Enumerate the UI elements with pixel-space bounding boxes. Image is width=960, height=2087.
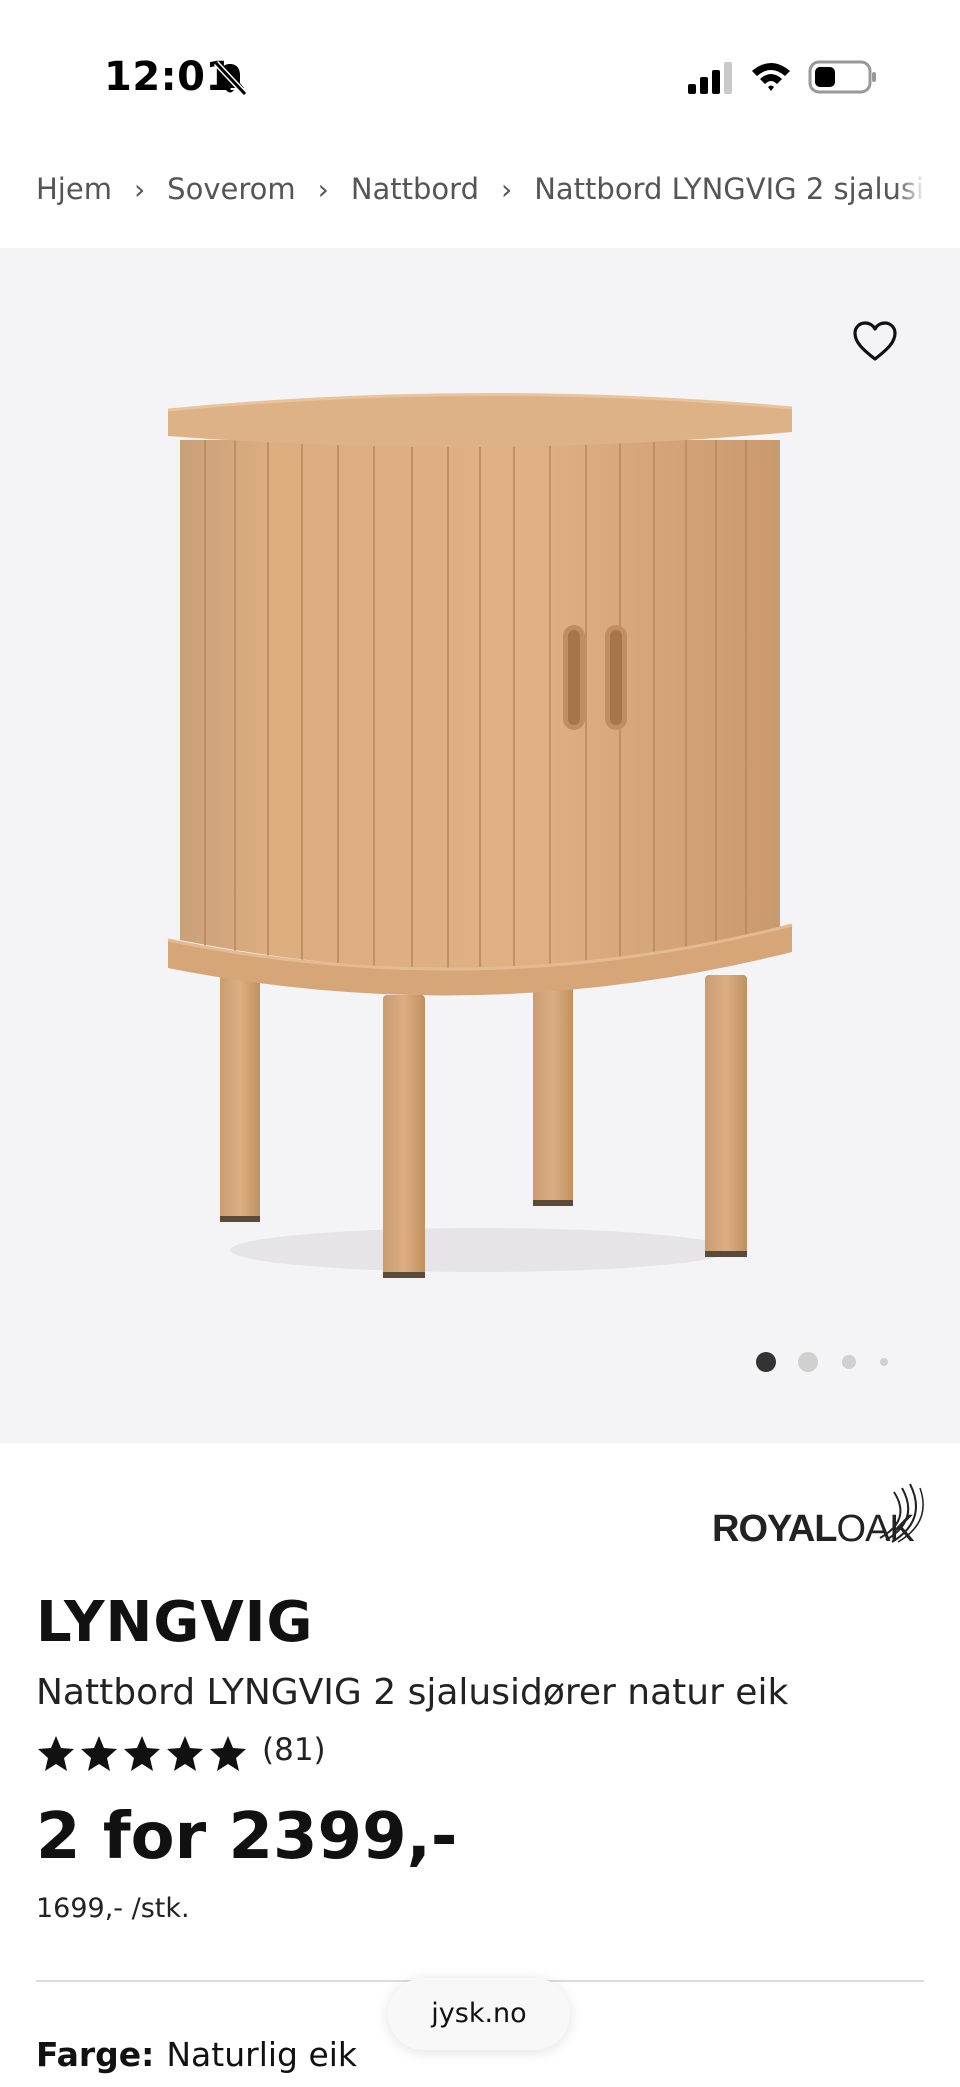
star-icon [210, 1736, 246, 1771]
color-value: Naturlig eik [166, 2035, 358, 2074]
star-icon [38, 1736, 74, 1771]
brand-logo: ROYALOAK [710, 1480, 925, 1550]
breadcrumb-current: Nattbord LYNGVIG 2 sjalusidøre [534, 172, 926, 206]
browser-url-bar[interactable]: jysk.no [388, 1978, 570, 2050]
battery-icon [808, 60, 876, 94]
status-bar: 12:01 [0, 0, 960, 140]
breadcrumb-home[interactable]: Hjem [36, 172, 112, 206]
chevron-right-icon: › [317, 172, 329, 206]
brand-logo-mark [879, 1483, 924, 1543]
chevron-right-icon: › [133, 172, 146, 206]
gallery-dot-4[interactable] [880, 1358, 888, 1366]
color-label: Farge: [36, 2035, 155, 2074]
breadcrumb-fade [896, 170, 926, 220]
rating-count[interactable]: (81) [262, 1732, 326, 1768]
product-image [167, 393, 793, 1278]
star-icon [81, 1736, 117, 1771]
star-icon [167, 1736, 203, 1771]
wifi-icon [752, 63, 790, 91]
product-title: LYNGVIG [36, 1590, 314, 1655]
bell-slash-icon [213, 60, 248, 97]
breadcrumb-soverom[interactable]: Soverom [167, 172, 295, 206]
gallery-dot-2[interactable] [798, 1352, 818, 1372]
breadcrumb: Hjem › Soverom › Nattbord › Nattbord LYNGVIG 2… [36, 170, 926, 220]
breadcrumb-nattbord[interactable]: Nattbord [351, 172, 479, 206]
signal-icon [688, 62, 732, 94]
product-description: Nattbord LYNGVIG 2 sjalusidører natur ei… [36, 1672, 789, 1713]
product-price: 2 for 2399,- [36, 1800, 458, 1874]
gallery-dot-1[interactable] [756, 1352, 776, 1372]
color-selector[interactable]: Farge: Naturlig eik [36, 2035, 357, 2074]
star-rating-icons [38, 1736, 246, 1771]
gallery-dot-3[interactable] [842, 1355, 856, 1369]
star-icon [124, 1736, 160, 1771]
unit-price: 1699,- /stk. [36, 1893, 190, 1924]
chevron-right-icon: › [501, 172, 513, 206]
heart-icon[interactable] [852, 320, 898, 362]
